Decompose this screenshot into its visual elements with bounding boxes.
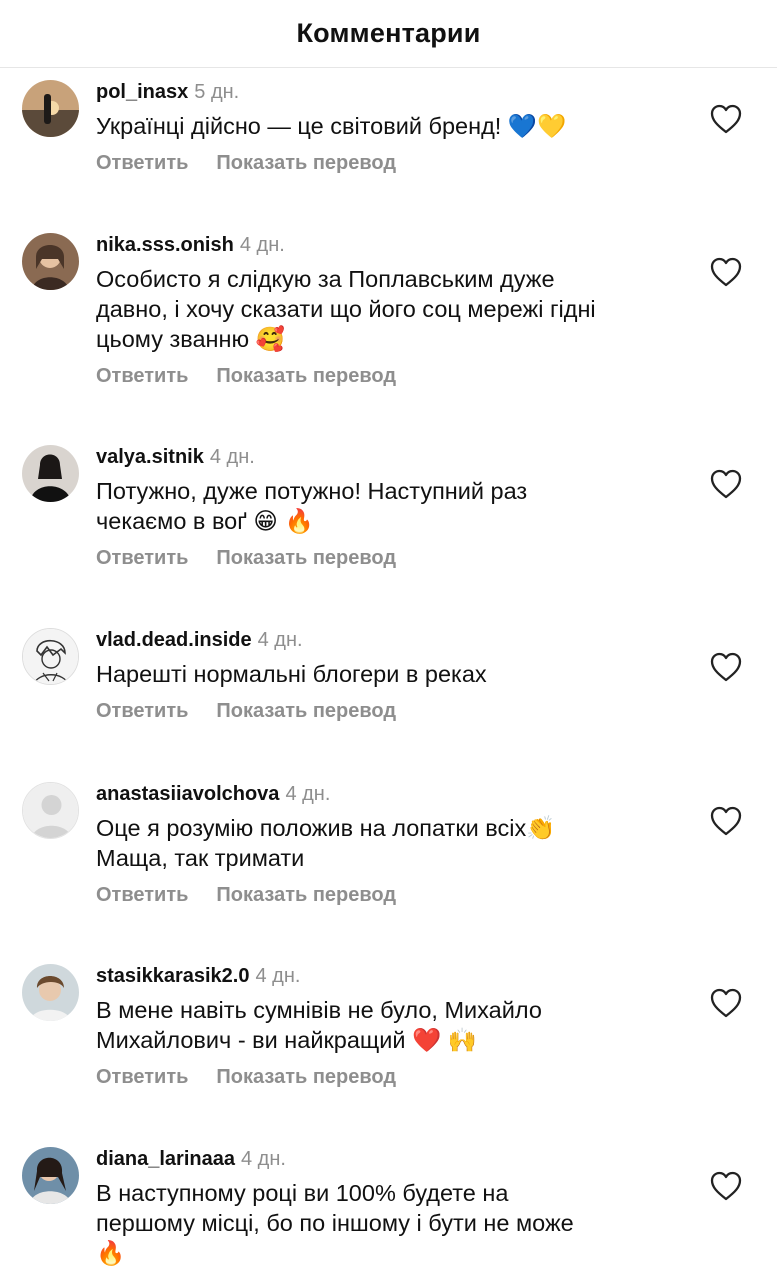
username[interactable]: stasikkarasik2.0 xyxy=(96,965,249,987)
comment-time: 4 дн. xyxy=(285,783,331,805)
reply-button[interactable]: Ответить xyxy=(96,884,188,906)
comment-time: 4 дн. xyxy=(240,1148,286,1170)
username[interactable]: valya.sitnik xyxy=(96,446,204,468)
comment-text: Нарешті нормальні блогери в реках xyxy=(96,661,487,687)
avatar[interactable] xyxy=(22,782,79,839)
page-title: Комментарии xyxy=(296,18,481,48)
comment-time: 5 дн. xyxy=(194,81,240,103)
reply-button[interactable]: Ответить xyxy=(96,700,188,722)
username[interactable]: diana_larinaaa xyxy=(96,1148,235,1170)
avatar[interactable] xyxy=(22,80,79,137)
avatar[interactable] xyxy=(22,964,79,1021)
username[interactable]: vlad.dead.inside xyxy=(96,629,252,651)
username[interactable]: pol_inasx xyxy=(96,81,188,103)
reply-button[interactable]: Ответить xyxy=(96,1066,188,1088)
username[interactable]: nika.sss.onish xyxy=(96,234,234,256)
show-translation-button[interactable]: Показать перевод xyxy=(216,152,396,174)
comment-text: Українці дійсно — це світовий бренд! 💙💛 xyxy=(96,113,567,139)
show-translation-button[interactable]: Показать перевод xyxy=(216,365,396,387)
username[interactable]: anastasiiavolchova xyxy=(96,783,279,805)
comment-time: 4 дн. xyxy=(255,965,301,987)
avatar[interactable] xyxy=(22,628,79,685)
show-translation-button[interactable]: Показать перевод xyxy=(216,547,396,569)
heart-icon[interactable] xyxy=(710,257,742,287)
heart-icon[interactable] xyxy=(710,988,742,1018)
show-translation-button[interactable]: Показать перевод xyxy=(216,1066,396,1088)
heart-icon[interactable] xyxy=(710,104,742,134)
heart-icon[interactable] xyxy=(710,1171,742,1201)
show-translation-button[interactable]: Показать перевод xyxy=(216,884,396,906)
comment-text: Потужно, дуже потужно! Наступний раз чек… xyxy=(96,478,528,534)
comment-time: 4 дн. xyxy=(209,446,255,468)
header: Комментарии xyxy=(0,0,777,68)
heart-icon[interactable] xyxy=(710,652,742,682)
comment-time: 4 дн. xyxy=(239,234,285,256)
show-translation-button[interactable]: Показать перевод xyxy=(216,700,396,722)
avatar[interactable] xyxy=(22,233,79,290)
avatar[interactable] xyxy=(22,1147,79,1204)
reply-button[interactable]: Ответить xyxy=(96,547,188,569)
comment-text: В наступному році ви 100% будете на перш… xyxy=(96,1180,574,1266)
comment-text: Оце я розумію положив на лопатки всіх👏 М… xyxy=(96,815,556,871)
reply-button[interactable]: Ответить xyxy=(96,365,188,387)
heart-icon[interactable] xyxy=(710,469,742,499)
heart-icon[interactable] xyxy=(710,806,742,836)
comment-text: В мене навіть сумнівів не було, Михайло … xyxy=(96,997,542,1053)
avatar[interactable] xyxy=(22,445,79,502)
reply-button[interactable]: Ответить xyxy=(96,152,188,174)
comment-text: Особисто я слідкую за Поплавським дуже д… xyxy=(96,266,596,352)
comment-time: 4 дн. xyxy=(257,629,303,651)
